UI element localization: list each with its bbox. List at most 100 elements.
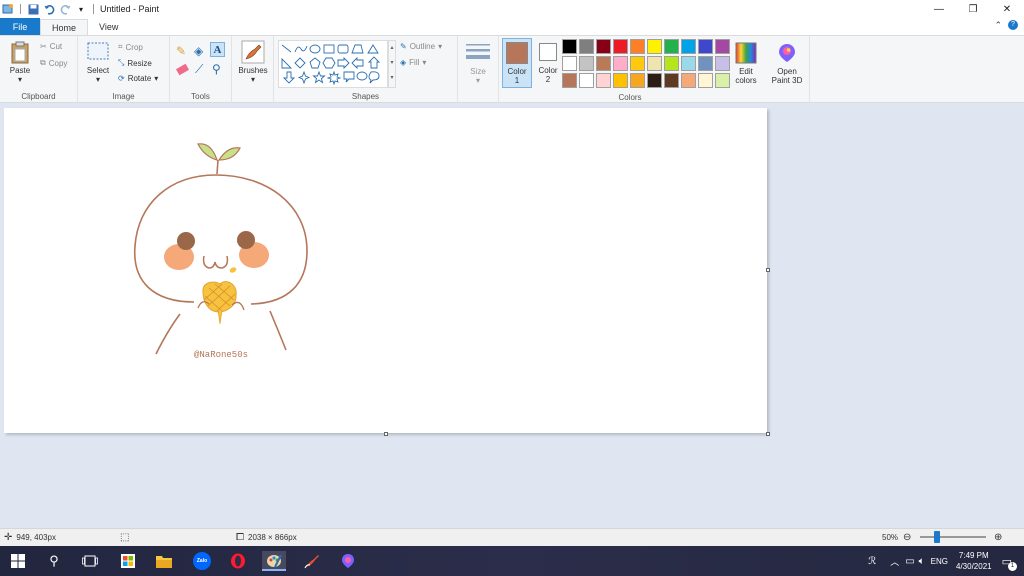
palette-swatch[interactable] <box>596 56 611 71</box>
brushes-button[interactable]: Brushes ▾ <box>234 40 272 84</box>
color-picker-icon[interactable]: ⟋ <box>195 62 203 77</box>
outline-button[interactable]: ✎ Outline ▾ <box>400 42 442 51</box>
palette-swatch[interactable] <box>681 56 696 71</box>
palette-swatch[interactable] <box>630 39 645 54</box>
zoom-in-icon[interactable]: ⊕ <box>994 529 1002 546</box>
file-explorer-icon[interactable] <box>152 551 176 571</box>
edit-colors-button[interactable]: Edit colors <box>733 41 759 85</box>
palette-swatch[interactable] <box>562 56 577 71</box>
palette-swatch[interactable] <box>647 73 662 88</box>
palette-swatch[interactable] <box>579 39 594 54</box>
copy-button[interactable]: ⧉ Copy <box>40 58 67 68</box>
palette-swatch[interactable] <box>630 73 645 88</box>
help-icon[interactable]: ? <box>1008 20 1018 30</box>
rotate-button[interactable]: ⟳ Rotate ▾ <box>118 74 158 83</box>
palette-swatch[interactable] <box>562 73 577 88</box>
zoom-out-icon[interactable]: ⊖ <box>903 529 911 546</box>
close-icon[interactable]: ✕ <box>990 0 1024 18</box>
palette-swatch[interactable] <box>715 56 730 71</box>
palette-swatch[interactable] <box>579 56 594 71</box>
language-indicator[interactable]: ENG <box>931 557 948 566</box>
fill-button[interactable]: ◈ Fill ▾ <box>400 58 426 67</box>
size-button[interactable]: Size ▾ <box>464 41 492 85</box>
text-tool-icon[interactable]: A <box>210 42 225 57</box>
volume-icon[interactable]: 🔈︎ <box>919 556 925 567</box>
palette-swatch[interactable] <box>596 39 611 54</box>
palette-swatch[interactable] <box>681 73 696 88</box>
tab-view[interactable]: View <box>88 19 129 35</box>
windows-start-icon[interactable] <box>6 551 30 571</box>
color1-swatch <box>506 42 528 64</box>
shapes-scroll[interactable]: ▴ ▾ ▾ <box>388 40 396 88</box>
magnifier-icon[interactable]: ⚲ <box>212 62 221 76</box>
window-title: Untitled - Paint <box>100 4 160 14</box>
notification-icon[interactable]: ▭ 1 <box>1002 555 1017 571</box>
paint-taskbar-icon[interactable] <box>262 551 286 571</box>
ribbon-tabs: File Home View ⌃ ? <box>0 18 1024 35</box>
search-icon[interactable]: ⚲ <box>42 551 66 571</box>
redo-icon[interactable] <box>59 3 71 15</box>
fill-bucket-icon[interactable]: ◈ <box>194 44 203 58</box>
palette-swatch[interactable] <box>613 73 628 88</box>
canvas-resize-handle-corner[interactable] <box>766 432 770 436</box>
minimize-icon[interactable]: — <box>922 0 956 18</box>
color2-selector[interactable]: Color 2 <box>534 38 562 88</box>
paint-app-icon[interactable] <box>2 3 14 15</box>
crop-button[interactable]: ⌗ Crop <box>118 42 143 52</box>
palette-swatch[interactable] <box>596 73 611 88</box>
customize-toolbar-icon[interactable]: ▾ <box>75 3 87 15</box>
chevron-up-icon[interactable]: ︿ <box>890 555 899 568</box>
canvas-drawing: @NaRone50s <box>133 143 308 360</box>
tab-home[interactable]: Home <box>40 19 89 35</box>
restore-icon[interactable]: ❐ <box>956 0 990 18</box>
canvas-resize-handle-bottom[interactable] <box>384 432 388 436</box>
resize-button[interactable]: ⤡ Resize <box>118 58 152 68</box>
palette-swatch[interactable] <box>698 73 713 88</box>
opera-browser-icon[interactable] <box>226 551 250 571</box>
palette-swatch[interactable] <box>664 56 679 71</box>
paint-brush-app-icon[interactable] <box>300 551 324 571</box>
palette-swatch[interactable] <box>630 56 645 71</box>
save-icon[interactable] <box>27 3 39 15</box>
palette-swatch[interactable] <box>562 39 577 54</box>
palette-swatch[interactable] <box>681 39 696 54</box>
drawing-canvas[interactable]: @NaRone50s <box>4 108 767 433</box>
eraser-icon[interactable] <box>175 63 190 76</box>
color1-selector[interactable]: Color 1 <box>502 38 532 88</box>
select-button[interactable]: Select ▾ <box>84 40 112 84</box>
palette-swatch[interactable] <box>698 39 713 54</box>
people-icon[interactable]: ℛ <box>868 556 876 567</box>
store-app-icon[interactable] <box>116 551 140 571</box>
canvas-resize-handle-right[interactable] <box>766 268 770 272</box>
palette-swatch[interactable] <box>613 39 628 54</box>
undo-icon[interactable] <box>43 3 55 15</box>
cut-button[interactable]: ✂ Cut <box>40 42 62 51</box>
palette-swatch[interactable] <box>664 73 679 88</box>
collapse-ribbon-icon[interactable]: ⌃ <box>994 20 1002 31</box>
palette-swatch[interactable] <box>579 73 594 88</box>
shapes-gallery[interactable] <box>278 40 388 88</box>
paint3d-taskbar-icon[interactable] <box>336 551 360 571</box>
paste-button[interactable]: Paste ▾ <box>6 40 34 84</box>
zalo-app-icon[interactable]: Zalo <box>190 551 214 571</box>
palette-swatch[interactable] <box>664 39 679 54</box>
tab-file[interactable]: File <box>0 18 40 35</box>
color2-swatch <box>539 43 557 61</box>
zoom-slider-track[interactable] <box>920 536 986 538</box>
zoom-slider-thumb[interactable] <box>934 531 940 543</box>
palette-swatch[interactable] <box>647 39 662 54</box>
clock[interactable]: 7:49 PM 4/30/2021 <box>956 550 992 572</box>
palette-swatch[interactable] <box>715 39 730 54</box>
pencil-icon[interactable]: ✎ <box>176 44 186 58</box>
zoom-level: 50% <box>882 533 899 542</box>
palette-swatch[interactable] <box>698 56 713 71</box>
clipboard-group-label: Clipboard <box>21 92 56 101</box>
cursor-position: ✛ 949, 403px <box>4 532 56 543</box>
open-paint3d-button[interactable]: Open Paint 3D <box>768 41 806 85</box>
palette-swatch[interactable] <box>715 73 730 88</box>
palette-swatch[interactable] <box>613 56 628 71</box>
palette-swatch[interactable] <box>647 56 662 71</box>
battery-icon[interactable]: ▭ <box>905 556 914 567</box>
task-view-icon[interactable] <box>78 551 102 571</box>
tools-group-label: Tools <box>191 92 210 101</box>
